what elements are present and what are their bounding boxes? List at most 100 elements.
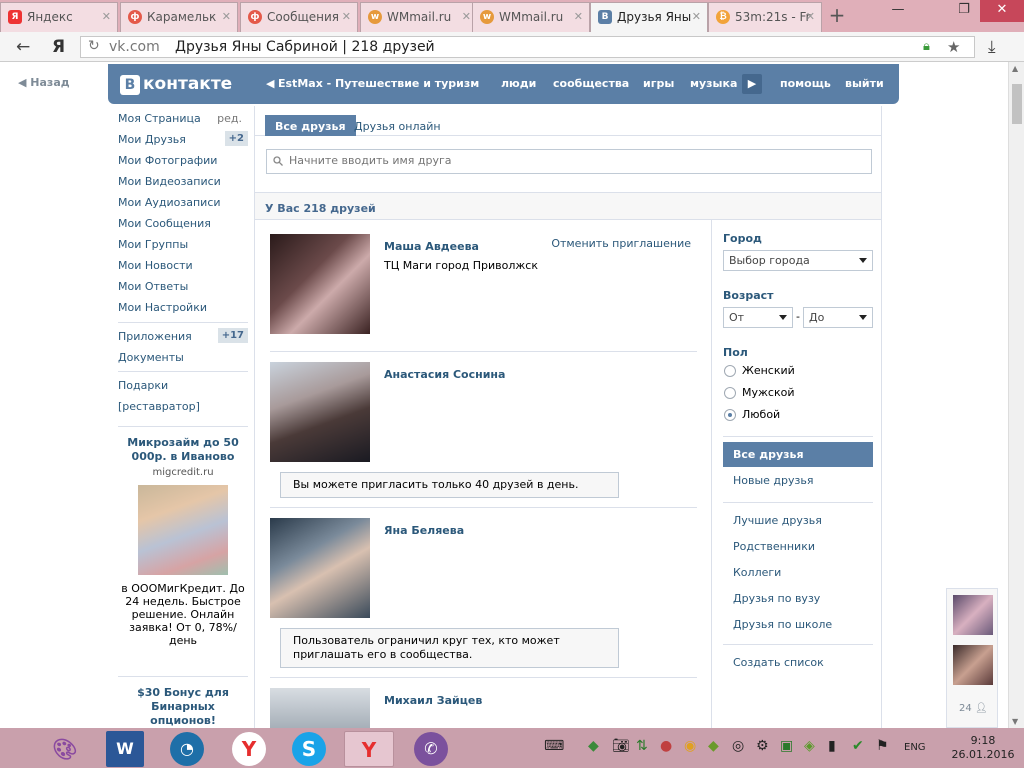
- nav-help[interactable]: помощь: [780, 77, 831, 90]
- back-arrow-icon[interactable]: ←: [16, 37, 30, 57]
- audio-player-title[interactable]: EstMax - Путешествие и туризм: [278, 77, 479, 90]
- close-tab-icon[interactable]: ✕: [342, 10, 351, 23]
- tray-app-icon[interactable]: ◎: [732, 738, 744, 754]
- city-select[interactable]: Выбор города: [723, 250, 873, 271]
- maximize-icon[interactable]: ❐: [950, 0, 978, 22]
- menu-documents[interactable]: Документы: [118, 351, 248, 364]
- avatar[interactable]: [270, 234, 370, 334]
- sync-icon[interactable]: ⇅: [636, 738, 648, 754]
- list-colleagues[interactable]: Коллеги: [723, 560, 873, 585]
- browser-tab-messages[interactable]: ф Сообщения ✕: [240, 2, 358, 32]
- create-list-link[interactable]: Создать список: [723, 650, 873, 675]
- close-tab-icon[interactable]: ✕: [692, 10, 701, 23]
- tray-app-icon[interactable]: ◉: [684, 738, 696, 754]
- close-window-icon[interactable]: ✕: [980, 0, 1024, 22]
- age-from-select[interactable]: От: [723, 307, 793, 328]
- nav-music[interactable]: музыка: [690, 77, 737, 90]
- play-icon[interactable]: ▶: [742, 74, 762, 94]
- reload-icon[interactable]: ↻: [88, 38, 100, 54]
- ad-microloan[interactable]: Микрозайм до 50 000р. в Иваново migcredi…: [118, 436, 248, 647]
- menu-my-audio[interactable]: Мои Аудиозаписи: [118, 196, 248, 209]
- friend-name[interactable]: Маша Авдеева: [384, 240, 479, 253]
- browser-tab-karamelka[interactable]: ф Карамельк ✕: [120, 2, 238, 32]
- list-best-friends[interactable]: Лучшие друзья: [723, 508, 873, 533]
- nvidia-icon[interactable]: ◈: [804, 738, 815, 754]
- close-tab-icon[interactable]: ✕: [574, 10, 583, 23]
- filter-new-friends[interactable]: Новые друзья: [723, 468, 873, 493]
- tray-app-icon[interactable]: ◆: [708, 738, 719, 754]
- avatar[interactable]: [270, 518, 370, 618]
- friend-name[interactable]: Михаил Зайцев: [384, 694, 482, 707]
- minimize-icon[interactable]: —: [884, 0, 912, 22]
- gender-any-radio[interactable]: Любой: [724, 408, 780, 421]
- ad-money-image[interactable]: [138, 485, 228, 575]
- address-bar[interactable]: ↻ vk.com Друзья Яны Сабриной | 218 друзе…: [80, 36, 975, 58]
- menu-gifts[interactable]: Подарки: [118, 379, 248, 392]
- scroll-up-icon[interactable]: ▲: [1012, 64, 1018, 73]
- menu-my-page[interactable]: Моя Страница ред.: [118, 112, 248, 125]
- menu-my-videos[interactable]: Мои Видеозаписи: [118, 175, 248, 188]
- browser-tab-wmmail-2[interactable]: w WMmail.ru ✕: [472, 2, 590, 32]
- gender-male-radio[interactable]: Мужской: [724, 386, 794, 399]
- bookmark-star-icon[interactable]: ★: [947, 38, 960, 56]
- menu-my-groups[interactable]: Мои Группы: [118, 238, 248, 251]
- speed-gauge-icon[interactable]: ◔: [170, 732, 204, 766]
- nav-games[interactable]: игры: [643, 77, 674, 90]
- language-indicator[interactable]: ENG: [904, 742, 926, 753]
- yandex-browser-icon[interactable]: Y: [232, 732, 266, 766]
- menu-my-answers[interactable]: Мои Ответы: [118, 280, 248, 293]
- chat-contact-avatar[interactable]: [953, 645, 993, 685]
- search-input[interactable]: [289, 154, 849, 167]
- tray-app-icon[interactable]: ●: [660, 738, 672, 754]
- menu-apps[interactable]: Приложения +17: [118, 328, 248, 343]
- system-clock[interactable]: 9:18 26.01.2016: [948, 734, 1018, 762]
- gender-female-radio[interactable]: Женский: [724, 364, 795, 377]
- age-to-select[interactable]: До: [803, 307, 873, 328]
- download-icon[interactable]: ⤓: [988, 37, 996, 57]
- viber-icon[interactable]: ✆: [414, 732, 448, 766]
- ad-binary-options[interactable]: $30 Бонус для Бинарных опционов!: [118, 686, 248, 728]
- cancel-invite-link[interactable]: Отменить приглашение: [551, 237, 691, 250]
- keyboard-icon[interactable]: ⌨: [544, 738, 564, 754]
- browser-tab-wmmail-1[interactable]: w WMmail.ru ✕: [360, 2, 478, 32]
- menu-my-photos[interactable]: Мои Фотографии: [118, 154, 248, 167]
- close-tab-icon[interactable]: ✕: [222, 10, 231, 23]
- scrollbar-thumb[interactable]: [1012, 84, 1022, 124]
- tab-online-friends[interactable]: Друзья онлайн: [344, 115, 451, 136]
- close-tab-icon[interactable]: ✕: [462, 10, 471, 23]
- browser-tab-vk-friends[interactable]: B Друзья Яны ✕: [590, 2, 708, 32]
- back-link[interactable]: ◀ Назад: [18, 76, 70, 89]
- word-icon[interactable]: W: [106, 731, 144, 767]
- browser-tab-yandex[interactable]: Я Яндекс ✕: [0, 2, 118, 32]
- avatar[interactable]: [270, 362, 370, 462]
- yandex-logo-icon[interactable]: Я: [52, 37, 65, 57]
- close-tab-icon[interactable]: ✕: [102, 10, 111, 23]
- nav-communities[interactable]: сообщества: [553, 77, 629, 90]
- tray-app-icon[interactable]: ◆: [588, 738, 599, 754]
- vk-logo[interactable]: Вконтакте: [120, 74, 232, 95]
- browser-tab-bitcoin[interactable]: ₿ 53m:21s - Fr ✕: [708, 2, 822, 32]
- player-prev-icon[interactable]: ◀: [266, 77, 274, 90]
- friend-name[interactable]: Анастасия Соснина: [384, 368, 505, 381]
- yandex-browser-active-icon[interactable]: Y: [344, 731, 394, 767]
- scroll-down-icon[interactable]: ▼: [1012, 717, 1018, 726]
- chat-contact-avatar[interactable]: [953, 595, 993, 635]
- tab-all-friends[interactable]: Все друзья: [265, 115, 356, 136]
- camera-icon[interactable]: 📷︎: [612, 738, 630, 754]
- tray-app-icon[interactable]: ⚙: [756, 738, 769, 754]
- list-school-friends[interactable]: Друзья по школе: [723, 612, 873, 637]
- filter-all-friends[interactable]: Все друзья: [723, 442, 873, 467]
- network-icon[interactable]: ▮: [828, 738, 836, 754]
- menu-my-messages[interactable]: Мои Сообщения: [118, 217, 248, 230]
- list-university-friends[interactable]: Друзья по вузу: [723, 586, 873, 611]
- paint-icon[interactable]: 🎨︎: [40, 731, 90, 767]
- menu-my-news[interactable]: Мои Новости: [118, 259, 248, 272]
- page-scrollbar[interactable]: ▲ ▼: [1008, 62, 1024, 728]
- tray-app-icon[interactable]: ✔: [852, 738, 864, 754]
- edit-link[interactable]: ред.: [217, 112, 242, 125]
- menu-restorer[interactable]: [реставратор]: [118, 400, 248, 413]
- friend-name[interactable]: Яна Беляева: [384, 524, 464, 537]
- list-relatives[interactable]: Родственники: [723, 534, 873, 559]
- new-tab-button[interactable]: +: [822, 3, 852, 29]
- skype-icon[interactable]: S: [292, 732, 326, 766]
